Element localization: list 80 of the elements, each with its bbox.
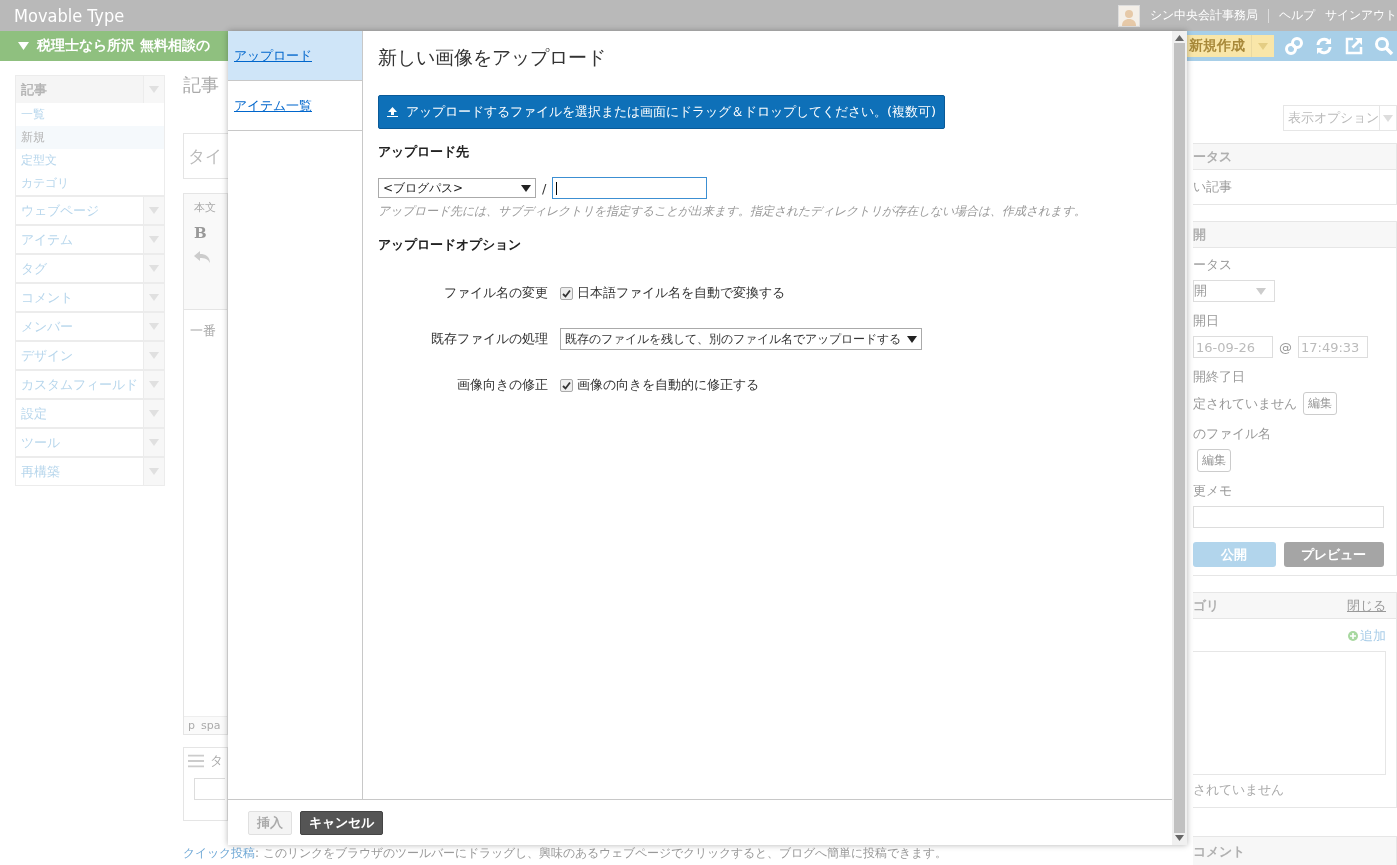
avatar-icon (1118, 4, 1140, 27)
field-label: のファイル名 (1193, 425, 1272, 443)
date-field[interactable]: 16-09-26 (1193, 336, 1273, 358)
option-label: 画像向きの修正 (456, 376, 548, 394)
unpublish-date-text: 定されていません (1193, 394, 1297, 413)
at-sign: @ (1279, 339, 1292, 355)
quick-post-text: クイック投稿: このリンクをブラウザのツールバーにドラッグし、興味のあるウェブページでクリックすると、ブログへ簡単に投稿できます。 (183, 846, 947, 860)
panel-heading: ゴリ (1193, 596, 1219, 615)
plus-icon (1348, 631, 1358, 641)
edit-button[interactable]: 編集 (1197, 449, 1231, 472)
tags-field[interactable] (194, 778, 225, 800)
scroll-up-icon[interactable] (1175, 35, 1184, 41)
dialog-tab[interactable]: アイテム一覧 (228, 81, 362, 131)
dropdown-arrow-icon (907, 335, 917, 343)
refresh-icon[interactable] (1314, 36, 1334, 56)
status-text: い記事 (1193, 178, 1233, 196)
preview-button[interactable]: プレビュー (1283, 542, 1384, 567)
dropdown-arrow-icon (1383, 114, 1393, 122)
option-label: ファイル名の変更 (443, 284, 548, 302)
comments-panel-heading: コメント (1193, 836, 1397, 865)
scroll-down-icon[interactable] (1175, 835, 1184, 841)
header-link[interactable]: ヘルプ (1279, 7, 1315, 24)
close-link[interactable]: 閉じる (1347, 596, 1386, 615)
field-label: 更メモ (1193, 482, 1233, 500)
sidebar-item[interactable]: 定型文 (16, 149, 164, 172)
field-label: 本文 (194, 200, 216, 215)
path-separator: / (542, 180, 547, 196)
dialog-tab[interactable]: アップロード (228, 31, 362, 81)
header-link[interactable]: サインアウト (1325, 7, 1397, 24)
category-status-text: されていません (1193, 781, 1285, 799)
edit-button[interactable]: 編集 (1303, 392, 1337, 415)
upload-icon (387, 107, 398, 117)
menu-icon (188, 754, 204, 768)
hint-text: アップロード先には、サブディレクトリを指定することが出来ます。指定されたディレクトリが存在しない場合は、作成されます。 (378, 203, 1087, 220)
memo-field[interactable] (1193, 506, 1384, 528)
checkbox-option[interactable]: 画像の向きを自動的に修正する (560, 376, 759, 394)
section-heading: アップロードオプション (378, 236, 522, 254)
sidebar-item[interactable]: カテゴリ (16, 172, 164, 195)
user-name[interactable]: シン中央会計事務局 (1150, 7, 1258, 24)
panel-heading: 開 (1193, 225, 1206, 244)
collapse-arrow-icon[interactable] (18, 42, 29, 50)
dialog-button[interactable]: キャンセル (300, 810, 383, 835)
external-link-icon[interactable] (1344, 36, 1364, 56)
dropdown-arrow-icon (521, 184, 531, 192)
dropdown-arrow-icon (1258, 42, 1268, 50)
path-item[interactable]: spa (201, 719, 221, 732)
path-item[interactable]: p (188, 719, 195, 732)
select-field[interactable]: 既存のファイルを残して、別のファイル名でアップロードする (560, 328, 922, 350)
status-select[interactable]: 開 (1193, 280, 1275, 302)
section-heading: アップロード先 (378, 143, 470, 161)
blog-name[interactable]: 税理士なら所沢 無料相談の (37, 37, 210, 55)
scrollbar[interactable] (1172, 31, 1187, 845)
option-label: 既存ファイルの処理 (430, 330, 548, 348)
field-label: 開日 (1193, 312, 1220, 330)
field-label: ータス (1193, 256, 1233, 274)
checkmark-icon (562, 288, 571, 298)
subdirectory-field[interactable] (552, 177, 708, 199)
add-link[interactable]: 追加 (1348, 627, 1386, 645)
field-label: 開終了日 (1193, 368, 1246, 386)
field-label: タ (210, 752, 223, 770)
search-icon[interactable] (1374, 36, 1394, 56)
publish-button[interactable]: 公開 (1193, 542, 1276, 567)
upload-button[interactable]: アップロードするファイルを選択または画面にドラッグ＆ドロップしてください。(複数可) (378, 95, 946, 129)
panel-heading: ータス (1193, 147, 1232, 166)
bold-button[interactable]: B (194, 224, 207, 242)
sidebar-item[interactable]: 一覧 (16, 103, 164, 126)
new-button[interactable]: 新規作成 (1185, 35, 1274, 57)
checkbox-option[interactable]: 日本語ファイル名を自動で変換する (560, 284, 785, 302)
link-icon[interactable] (1284, 36, 1304, 56)
dialog-title: 新しい画像をアップロード (378, 45, 607, 70)
quick-post-link[interactable]: クイック投稿 (183, 846, 255, 860)
app-logo: Movable Type (14, 5, 125, 26)
time-field[interactable]: 17:49:33 (1298, 336, 1368, 358)
page-heading: 記事 (183, 73, 220, 97)
undo-icon[interactable] (194, 251, 210, 263)
checkmark-icon (562, 380, 571, 390)
display-options-button[interactable]: 表示オプション (1283, 105, 1397, 131)
path-select[interactable]: <ブログパス> (378, 178, 536, 198)
sidebar-item[interactable]: 新規 (16, 126, 164, 149)
dropdown-arrow-icon (1256, 287, 1266, 295)
